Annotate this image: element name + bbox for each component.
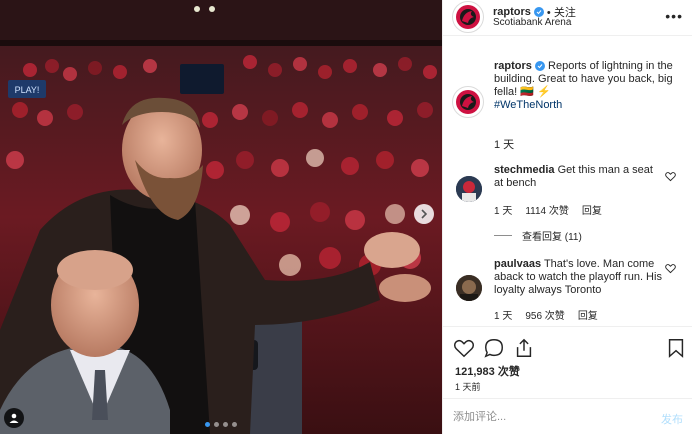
raptors-logo-icon xyxy=(456,90,480,114)
view-replies-button[interactable]: 查看回复 (11) xyxy=(494,228,582,243)
heart-icon[interactable] xyxy=(453,337,475,359)
caption-avatar[interactable] xyxy=(452,86,484,118)
add-comment-bar: 发布 xyxy=(443,398,692,434)
heart-icon[interactable] xyxy=(665,171,676,182)
user-tag-icon xyxy=(9,413,19,423)
bookmark-icon[interactable] xyxy=(665,337,687,359)
carousel-indicator xyxy=(0,422,442,427)
comment-item: paulvaas That's love. Man come aback to … xyxy=(494,258,664,297)
photo-illustration: PLAY! xyxy=(0,0,442,434)
caption-username[interactable]: raptors xyxy=(494,60,532,72)
comment-meta: 1 天 956 次赞 回复 xyxy=(494,307,598,322)
comment-username[interactable]: stechmedia xyxy=(494,164,555,176)
comment-time: 1 天 xyxy=(494,311,513,322)
location-link[interactable]: Scotiabank Arena xyxy=(493,17,571,28)
post-comment-button[interactable]: 发布 xyxy=(661,411,683,427)
action-bar: 121,983 次赞 1 天前 xyxy=(443,326,692,398)
comment-input[interactable] xyxy=(453,407,633,427)
commenter-avatar[interactable] xyxy=(456,176,482,202)
carousel-next-button[interactable] xyxy=(414,204,434,224)
heart-icon[interactable] xyxy=(665,263,676,274)
post-side-panel: raptors • 关注 Scotiabank Arena ••• raptor… xyxy=(442,0,692,434)
comment-bubble-icon[interactable] xyxy=(483,337,505,359)
reply-button[interactable]: 回复 xyxy=(582,202,602,217)
scoreboard-text: PLAY! xyxy=(15,85,40,95)
carousel-dot xyxy=(205,422,210,427)
more-options-icon[interactable]: ••• xyxy=(665,8,683,24)
comment-meta: 1 天 1114 次赞 回复 xyxy=(494,202,602,217)
post-header: raptors • 关注 Scotiabank Arena ••• xyxy=(443,0,692,36)
likes-count[interactable]: 121,983 次赞 xyxy=(455,363,520,379)
chevron-right-icon xyxy=(421,209,428,219)
tagged-users-button[interactable] xyxy=(4,408,24,428)
comment-username[interactable]: paulvaas xyxy=(494,258,541,270)
avatar-image xyxy=(456,275,482,301)
comment-likes[interactable]: 1114 次赞 xyxy=(525,202,569,217)
avatar-image xyxy=(456,176,482,202)
carousel-dot xyxy=(223,422,228,427)
divider-line xyxy=(494,235,512,236)
verified-badge-icon xyxy=(533,7,544,17)
view-replies-label: 查看回复 (11) xyxy=(522,232,582,243)
posted-time: 1 天前 xyxy=(455,382,481,392)
carousel-dot xyxy=(214,422,219,427)
comment-likes[interactable]: 956 次赞 xyxy=(525,307,564,322)
raptors-logo-icon xyxy=(456,5,480,29)
comment-item: stechmedia Get this man a seat at bench xyxy=(494,164,664,190)
post-caption: raptors Reports of lightning in the buil… xyxy=(494,60,684,112)
commenter-avatar[interactable] xyxy=(456,275,482,301)
hashtag-link[interactable]: #WeTheNorth xyxy=(494,99,562,111)
caption-time: 1 天 xyxy=(494,139,515,151)
post-photo[interactable]: PLAY! xyxy=(0,0,442,434)
comment-time: 1 天 xyxy=(494,206,513,217)
carousel-dot xyxy=(232,422,237,427)
raptors-avatar[interactable] xyxy=(452,1,484,33)
share-icon[interactable] xyxy=(513,337,535,359)
reply-button[interactable]: 回复 xyxy=(578,307,598,322)
verified-badge-icon xyxy=(534,61,545,71)
